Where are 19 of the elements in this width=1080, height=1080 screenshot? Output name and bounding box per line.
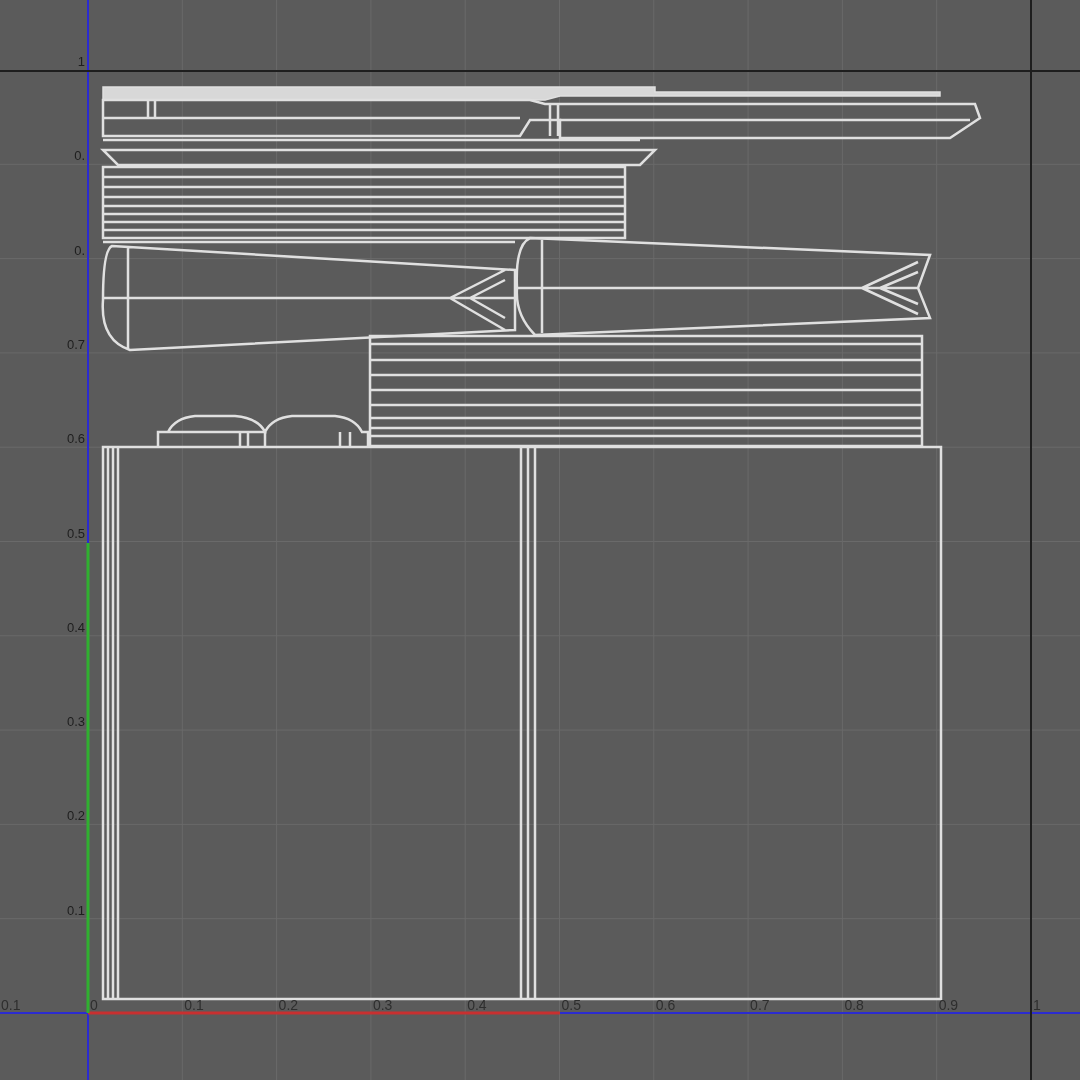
u-tick-label: 0.2 — [278, 997, 299, 1013]
u-tick-label: 0.3 — [372, 997, 393, 1013]
v-tick-label: 0.2 — [66, 808, 85, 824]
v-tick-label: 0.3 — [66, 714, 85, 730]
v-tick-label: 1 — [77, 54, 85, 69]
v-tick-label: 0.4 — [66, 619, 85, 635]
v-tick-label: 0. — [74, 148, 85, 164]
v-tick-label: 0.7 — [66, 336, 85, 352]
v-tick-label: 0.5 — [66, 525, 85, 541]
u-tick-label: 0.7 — [750, 997, 770, 1013]
u-tick-label: 0.9 — [938, 997, 959, 1013]
v-tick-label: 0. — [74, 242, 85, 258]
u-tick-label: 0.1 — [184, 997, 204, 1013]
u-tick-label: 0.5 — [561, 997, 581, 1013]
u-tick-label: 0.6 — [655, 997, 676, 1013]
v-tick-label: 0.1 — [66, 902, 85, 918]
u-tick-label: 0.4 — [467, 997, 487, 1013]
v-tick-label: 0.6 — [66, 431, 85, 447]
u-tick-label: 0.8 — [844, 997, 864, 1013]
